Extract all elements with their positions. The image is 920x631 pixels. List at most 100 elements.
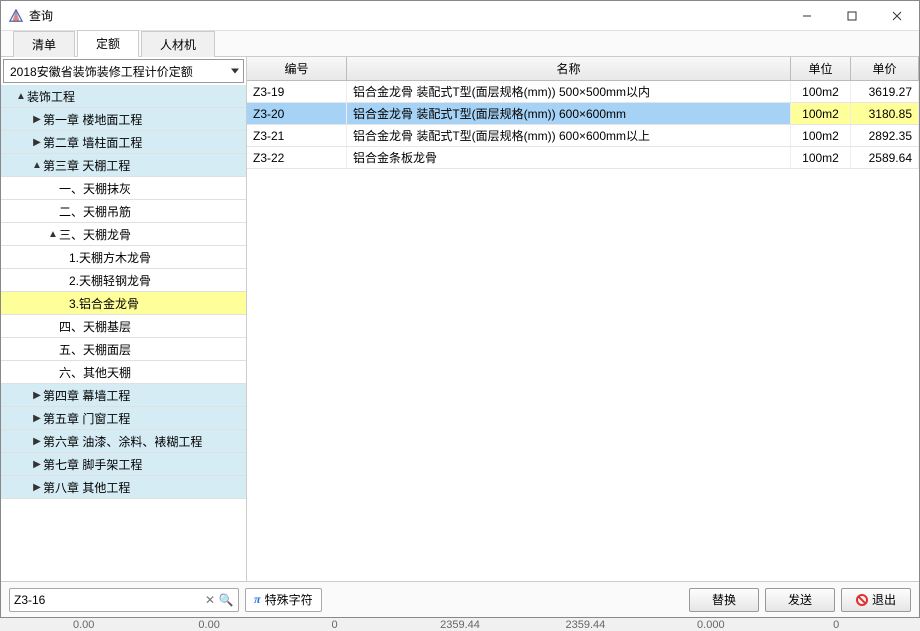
caret-icon: ▶	[31, 114, 43, 125]
exit-button[interactable]: 退出	[841, 588, 911, 612]
tree-item[interactable]: ▲装饰工程	[1, 85, 246, 108]
tree-item[interactable]: ▶第六章 油漆、涂料、裱糊工程	[1, 430, 246, 453]
tree-item-label: 1.天棚方木龙骨	[69, 249, 151, 266]
search-box[interactable]: ✕ 🔍	[9, 588, 239, 612]
special-chars-button[interactable]: π 特殊字符	[245, 588, 322, 612]
cell-name: 铝合金龙骨 装配式T型(面层规格(mm)) 600×600mm以上	[347, 125, 791, 146]
main-content: 2018安徽省装饰装修工程计价定额 ▲装饰工程▶第一章 楼地面工程▶第二章 墙柱…	[1, 57, 919, 581]
caret-icon: ▲	[31, 160, 43, 171]
tree-item-label: 第五章 门窗工程	[43, 410, 130, 427]
tab-清单[interactable]: 清单	[13, 31, 75, 57]
tree-item-label: 第六章 油漆、涂料、裱糊工程	[43, 433, 202, 450]
tree-item-label: 四、天棚基层	[59, 318, 131, 335]
search-icon[interactable]: 🔍	[218, 593, 234, 607]
caret-icon: ▶	[31, 459, 43, 470]
tree-item[interactable]: 四、天棚基层	[1, 315, 246, 338]
tree-item[interactable]: ▶第二章 墙柱面工程	[1, 131, 246, 154]
col-header-code[interactable]: 编号	[247, 57, 347, 80]
tree-item-label: 五、天棚面层	[59, 341, 131, 358]
footer-bar: ✕ 🔍 π 特殊字符 替换 发送 退出	[1, 581, 919, 617]
tree-item-label: 第一章 楼地面工程	[43, 111, 142, 128]
cell-price: 2892.35	[851, 125, 919, 146]
cell-unit: 100m2	[791, 103, 851, 124]
tree-item-label: 装饰工程	[27, 88, 75, 105]
tree-item-label: 第四章 幕墙工程	[43, 387, 130, 404]
tree-item[interactable]: ▲第三章 天棚工程	[1, 154, 246, 177]
table-row[interactable]: Z3-21铝合金龙骨 装配式T型(面层规格(mm)) 600×600mm以上10…	[247, 125, 919, 147]
caret-icon: ▶	[31, 390, 43, 401]
tree-item[interactable]: ▶第五章 门窗工程	[1, 407, 246, 430]
tree-item-label: 2.天棚轻钢龙骨	[69, 272, 151, 289]
cell-unit: 100m2	[791, 147, 851, 168]
tree-item[interactable]: 1.天棚方木龙骨	[1, 246, 246, 269]
cell-name: 铝合金龙骨 装配式T型(面层规格(mm)) 500×500mm以内	[347, 81, 791, 102]
right-panel: 编号 名称 单位 单价 Z3-19铝合金龙骨 装配式T型(面层规格(mm)) 5…	[247, 57, 919, 581]
tree-item-label: 一、天棚抹灰	[59, 180, 131, 197]
tree-item[interactable]: 2.天棚轻钢龙骨	[1, 269, 246, 292]
background-numbers: 0.000.0002359.442359.440.0000	[1, 619, 919, 631]
table-row[interactable]: Z3-22铝合金条板龙骨100m22589.64	[247, 147, 919, 169]
titlebar: 查询	[1, 1, 919, 31]
search-input[interactable]	[14, 593, 202, 607]
tree-item-label: 第八章 其他工程	[43, 479, 130, 496]
quota-dropdown[interactable]: 2018安徽省装饰装修工程计价定额	[3, 59, 244, 83]
grid-body: Z3-19铝合金龙骨 装配式T型(面层规格(mm)) 500×500mm以内10…	[247, 81, 919, 581]
tree-item-label: 二、天棚吊筋	[59, 203, 131, 220]
maximize-button[interactable]	[829, 1, 874, 31]
send-button[interactable]: 发送	[765, 588, 835, 612]
table-row[interactable]: Z3-19铝合金龙骨 装配式T型(面层规格(mm)) 500×500mm以内10…	[247, 81, 919, 103]
cell-unit: 100m2	[791, 125, 851, 146]
tree-item[interactable]: 3.铝合金龙骨	[1, 292, 246, 315]
tree-item[interactable]: 一、天棚抹灰	[1, 177, 246, 200]
col-header-unit[interactable]: 单位	[791, 57, 851, 80]
cell-code: Z3-21	[247, 125, 347, 146]
cell-unit: 100m2	[791, 81, 851, 102]
cell-price: 3180.85	[851, 103, 919, 124]
tree-item[interactable]: ▶第一章 楼地面工程	[1, 108, 246, 131]
close-button[interactable]	[874, 1, 919, 31]
dropdown-value: 2018安徽省装饰装修工程计价定额	[10, 63, 193, 80]
col-header-price[interactable]: 单价	[851, 57, 919, 80]
caret-icon: ▶	[31, 137, 43, 148]
caret-icon: ▲	[15, 91, 27, 102]
tree-item[interactable]: 五、天棚面层	[1, 338, 246, 361]
app-logo-icon	[9, 9, 23, 23]
chevron-down-icon	[231, 69, 239, 74]
cell-name: 铝合金龙骨 装配式T型(面层规格(mm)) 600×600mm	[347, 103, 791, 124]
special-chars-label: 特殊字符	[265, 591, 313, 608]
minimize-button[interactable]	[784, 1, 829, 31]
table-row[interactable]: Z3-20铝合金龙骨 装配式T型(面层规格(mm)) 600×600mm100m…	[247, 103, 919, 125]
tree-item[interactable]: ▶第八章 其他工程	[1, 476, 246, 499]
tree-item[interactable]: 六、其他天棚	[1, 361, 246, 384]
tree-item[interactable]: 二、天棚吊筋	[1, 200, 246, 223]
caret-icon: ▶	[31, 413, 43, 424]
tree-item-label: 3.铝合金龙骨	[69, 295, 139, 312]
cell-price: 3619.27	[851, 81, 919, 102]
col-header-name[interactable]: 名称	[347, 57, 791, 80]
tree-item-label: 第三章 天棚工程	[43, 157, 130, 174]
cell-code: Z3-19	[247, 81, 347, 102]
clear-icon[interactable]: ✕	[202, 593, 218, 607]
grid-header: 编号 名称 单位 单价	[247, 57, 919, 81]
cell-code: Z3-22	[247, 147, 347, 168]
tree-item[interactable]: ▲三、天棚龙骨	[1, 223, 246, 246]
cell-name: 铝合金条板龙骨	[347, 147, 791, 168]
tab-定额[interactable]: 定额	[77, 30, 139, 57]
tree-item[interactable]: ▶第四章 幕墙工程	[1, 384, 246, 407]
tab-bar: 清单定额人材机	[1, 31, 919, 57]
tree-item[interactable]: ▶第七章 脚手架工程	[1, 453, 246, 476]
window-title: 查询	[29, 7, 784, 24]
cell-price: 2589.64	[851, 147, 919, 168]
tree-item-label: 三、天棚龙骨	[59, 226, 131, 243]
tree-item-label: 第二章 墙柱面工程	[43, 134, 142, 151]
caret-icon: ▲	[47, 229, 59, 240]
stop-icon	[856, 594, 868, 606]
cell-code: Z3-20	[247, 103, 347, 124]
caret-icon: ▶	[31, 436, 43, 447]
replace-button[interactable]: 替换	[689, 588, 759, 612]
tree-item-label: 六、其他天棚	[59, 364, 131, 381]
tab-人材机[interactable]: 人材机	[141, 31, 215, 57]
tree-item-label: 第七章 脚手架工程	[43, 456, 142, 473]
left-panel: 2018安徽省装饰装修工程计价定额 ▲装饰工程▶第一章 楼地面工程▶第二章 墙柱…	[1, 57, 247, 581]
pi-icon: π	[254, 592, 261, 607]
